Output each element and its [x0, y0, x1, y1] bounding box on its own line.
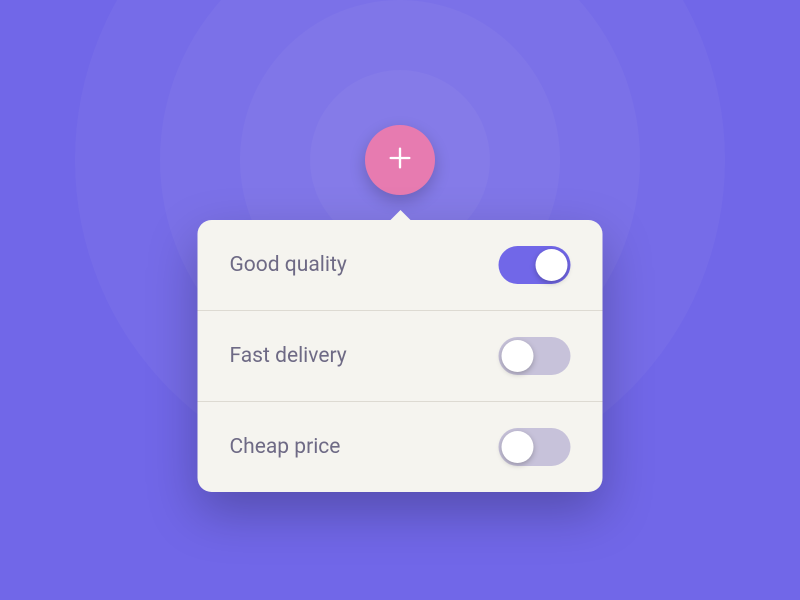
- option-row-good-quality: Good quality: [198, 220, 603, 311]
- toggle-knob: [502, 340, 534, 372]
- toggle-cheap-price[interactable]: [499, 428, 571, 466]
- toggle-knob: [536, 249, 568, 281]
- option-label: Cheap price: [230, 435, 341, 459]
- add-button[interactable]: [365, 125, 435, 195]
- option-row-fast-delivery: Fast delivery: [198, 311, 603, 402]
- options-popover: Good quality Fast delivery Cheap price: [198, 220, 603, 492]
- toggle-fast-delivery[interactable]: [499, 337, 571, 375]
- option-label: Fast delivery: [230, 344, 347, 368]
- option-label: Good quality: [230, 253, 347, 277]
- plus-icon: [386, 144, 414, 176]
- option-row-cheap-price: Cheap price: [198, 402, 603, 492]
- toggle-good-quality[interactable]: [499, 246, 571, 284]
- toggle-knob: [502, 431, 534, 463]
